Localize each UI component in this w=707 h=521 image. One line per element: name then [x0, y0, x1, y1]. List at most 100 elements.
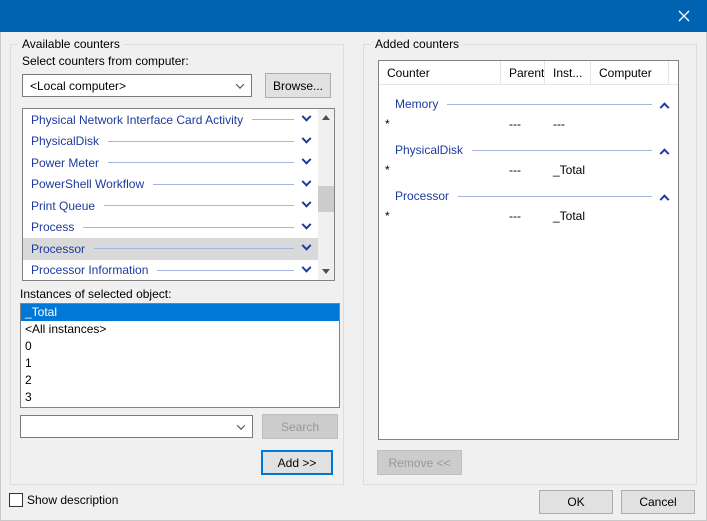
added-counter-row[interactable]: *---_Total	[379, 206, 678, 226]
dash-line	[83, 227, 294, 228]
show-description-checkbox[interactable]	[9, 493, 23, 507]
added-counters-table[interactable]: CounterParentInst...Computer Memory*----…	[378, 60, 679, 440]
chevron-down-icon[interactable]	[302, 112, 312, 122]
counter-name: PhysicalDisk	[31, 134, 99, 148]
counter-list-item[interactable]: Print Queue	[23, 195, 318, 217]
select-computer-label: Select counters from computer:	[22, 54, 189, 68]
counter-name: Print Queue	[31, 199, 95, 213]
close-button[interactable]	[661, 0, 707, 32]
ok-button[interactable]: OK	[539, 490, 613, 514]
cell-counter: *	[379, 117, 501, 131]
chevron-down-icon[interactable]	[229, 75, 251, 96]
counter-list-item[interactable]: PowerShell Workflow	[23, 174, 318, 196]
cell-instance: ---	[545, 117, 591, 131]
instance-item[interactable]: 2	[21, 372, 339, 389]
added-counter-group-row[interactable]: Processor	[379, 186, 678, 206]
counter-name: PowerShell Workflow	[31, 177, 144, 191]
counter-list-item[interactable]: Processor Information	[23, 260, 318, 282]
chevron-down-icon[interactable]	[302, 176, 312, 186]
counter-name: Power Meter	[31, 156, 99, 170]
chevron-down-icon[interactable]	[230, 416, 252, 437]
cancel-button[interactable]: Cancel	[621, 490, 695, 514]
instance-item[interactable]: 0	[21, 338, 339, 355]
dash-line	[157, 270, 294, 271]
cell-instance: _Total	[545, 163, 591, 177]
cell-parent: ---	[501, 117, 545, 131]
group-name: Memory	[395, 97, 438, 111]
search-combobox[interactable]	[20, 415, 253, 438]
instance-item[interactable]: 3	[21, 389, 339, 406]
group-name: Processor	[395, 189, 449, 203]
counter-name: Processor Information	[31, 263, 148, 277]
counter-list-item[interactable]: Process	[23, 217, 318, 239]
chevron-up-icon[interactable]	[660, 148, 670, 158]
counters-scrollbar[interactable]	[318, 109, 334, 280]
cell-counter: *	[379, 163, 501, 177]
chevron-up-icon[interactable]	[660, 102, 670, 112]
instances-list[interactable]: _Total<All instances>0123	[20, 303, 340, 408]
scroll-down-icon	[322, 269, 330, 274]
column-header[interactable]: Counter	[379, 61, 501, 84]
dash-line	[472, 150, 652, 151]
show-description-label: Show description	[27, 493, 118, 507]
scrollbar-thumb[interactable]	[318, 186, 334, 212]
added-counter-row[interactable]: *------	[379, 114, 678, 134]
counters-list-rows: Physical Network Interface Card Activity…	[23, 109, 318, 280]
counter-name: Physical Network Interface Card Activity	[31, 113, 243, 127]
instances-label: Instances of selected object:	[20, 287, 171, 301]
added-counter-row[interactable]: *---_Total	[379, 160, 678, 180]
added-counters-table-body: Memory*------PhysicalDisk*---_TotalProce…	[379, 85, 678, 226]
added-counter-group-row[interactable]: PhysicalDisk	[379, 140, 678, 160]
chevron-down-icon[interactable]	[302, 198, 312, 208]
column-header-filler	[669, 61, 678, 84]
scroll-up-icon	[322, 115, 330, 120]
dash-line	[252, 119, 294, 120]
dash-line	[94, 248, 294, 249]
titlebar[interactable]	[0, 0, 707, 32]
chevron-down-icon[interactable]	[302, 262, 312, 272]
dash-line	[104, 205, 294, 206]
counter-list-item[interactable]: Power Meter	[23, 152, 318, 174]
chevron-up-icon[interactable]	[660, 194, 670, 204]
cell-instance: _Total	[545, 209, 591, 223]
column-header[interactable]: Inst...	[545, 61, 591, 84]
added-counters-table-header: CounterParentInst...Computer	[379, 61, 678, 85]
counter-list-item[interactable]: Processor	[23, 238, 318, 260]
counters-list[interactable]: Physical Network Interface Card Activity…	[22, 108, 335, 281]
add-button[interactable]: Add >>	[261, 450, 333, 475]
dash-line	[153, 184, 294, 185]
chevron-down-icon[interactable]	[302, 155, 312, 165]
instance-item[interactable]: _Total	[21, 304, 339, 321]
browse-button[interactable]: Browse...	[265, 73, 331, 98]
instance-item[interactable]: <All instances>	[21, 321, 339, 338]
chevron-down-icon[interactable]	[302, 133, 312, 143]
cell-parent: ---	[501, 163, 545, 177]
counter-list-item[interactable]: PhysicalDisk	[23, 131, 318, 153]
instance-item[interactable]: 1	[21, 355, 339, 372]
scroll-up-button[interactable]	[318, 109, 334, 126]
counter-name: Process	[31, 220, 74, 234]
dash-line	[108, 141, 294, 142]
chevron-down-icon[interactable]	[302, 241, 312, 251]
cell-counter: *	[379, 209, 501, 223]
close-icon	[678, 10, 690, 22]
chevron-down-icon[interactable]	[302, 219, 312, 229]
remove-button[interactable]: Remove <<	[377, 450, 462, 475]
computer-combobox[interactable]: <Local computer>	[22, 74, 252, 97]
group-name: PhysicalDisk	[395, 143, 463, 157]
dash-line	[108, 162, 294, 163]
scroll-down-button[interactable]	[318, 263, 334, 280]
counter-name: Processor	[31, 242, 85, 256]
available-counters-label: Available counters	[18, 37, 124, 51]
column-header[interactable]: Parent	[501, 61, 545, 84]
search-button[interactable]: Search	[262, 414, 338, 439]
dash-line	[458, 196, 652, 197]
add-counters-dialog: Available counters Select counters from …	[0, 0, 707, 521]
added-counters-label: Added counters	[371, 37, 463, 51]
counter-list-item[interactable]: Physical Network Interface Card Activity	[23, 109, 318, 131]
computer-combobox-value: <Local computer>	[30, 79, 229, 93]
cell-parent: ---	[501, 209, 545, 223]
column-header[interactable]: Computer	[591, 61, 669, 84]
dash-line	[447, 104, 652, 105]
added-counter-group-row[interactable]: Memory	[379, 94, 678, 114]
